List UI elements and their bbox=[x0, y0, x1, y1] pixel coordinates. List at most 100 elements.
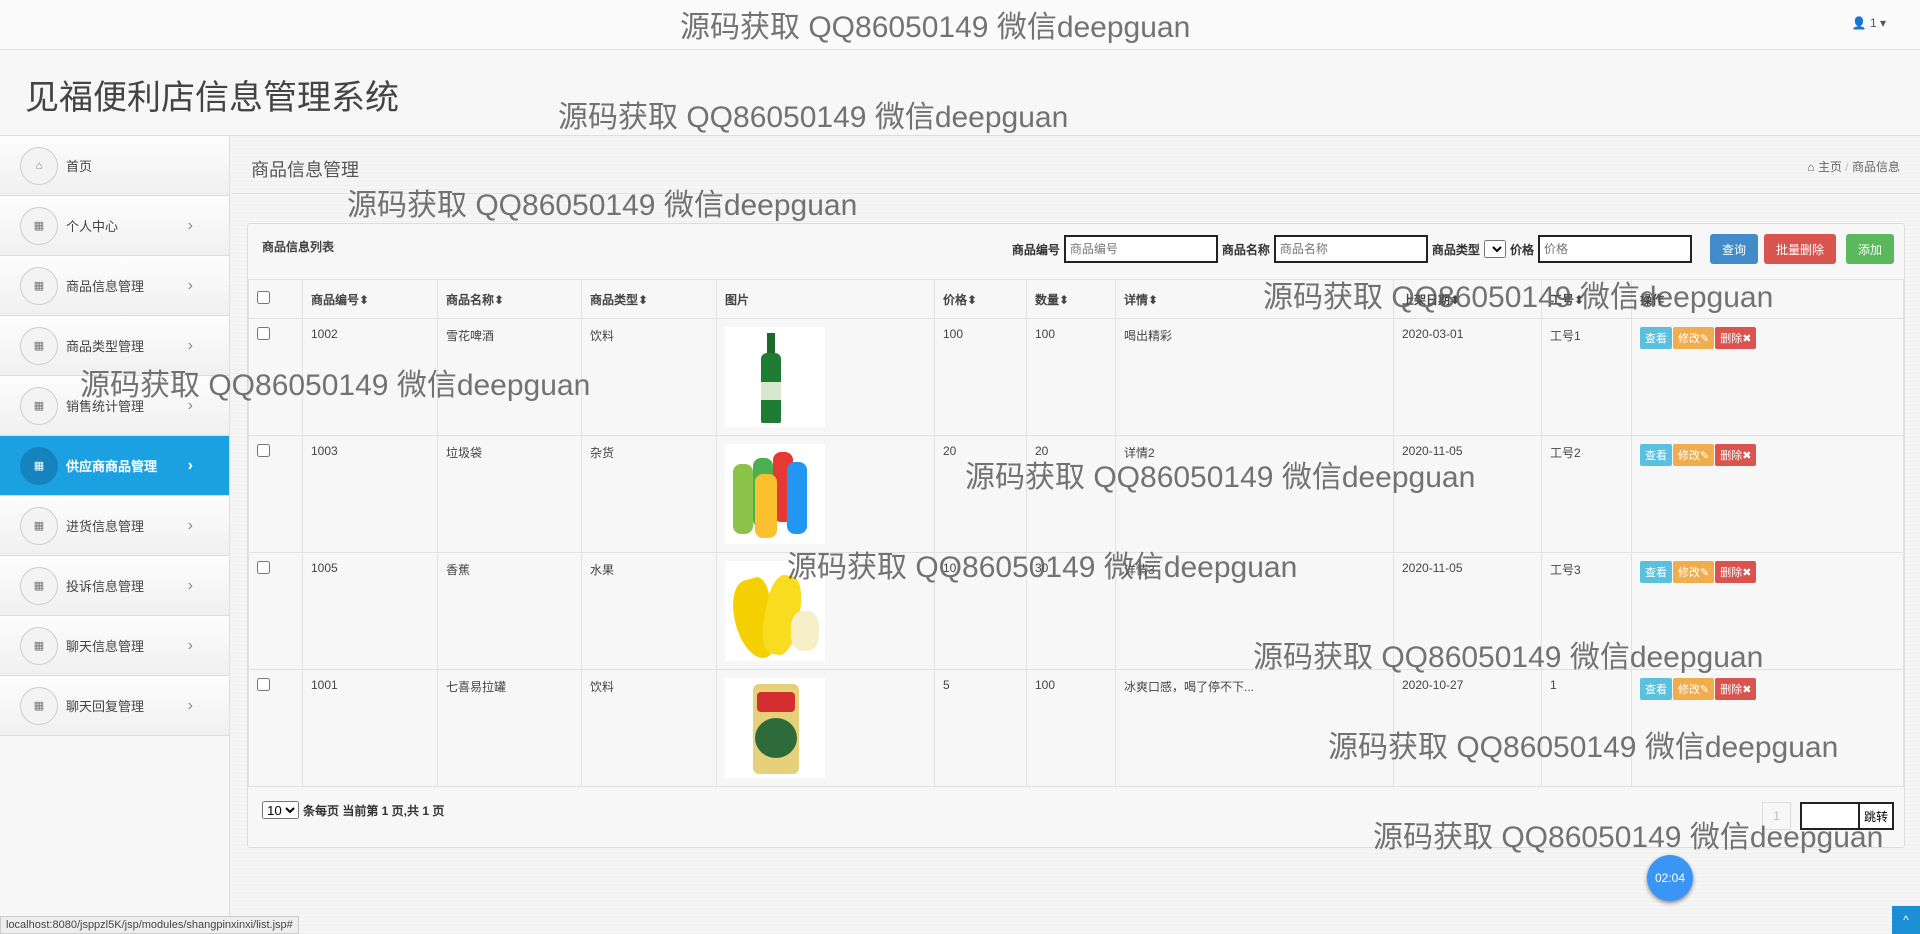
row-checkbox[interactable] bbox=[257, 561, 270, 574]
delete-button[interactable]: 删除✖ bbox=[1715, 678, 1757, 700]
sidebar-item[interactable]: ▦ 进货信息管理 › bbox=[0, 496, 229, 556]
actions-cell: 查看 修改✎ 删除✖ bbox=[1631, 318, 1904, 436]
chevron-right-icon: › bbox=[187, 576, 193, 594]
row-checkbox[interactable] bbox=[257, 678, 270, 691]
code-cell: 1003 bbox=[302, 435, 438, 553]
soda-can-image bbox=[725, 678, 825, 778]
edit-button[interactable]: 修改✎ bbox=[1673, 561, 1715, 583]
grid-icon: ▦ bbox=[20, 446, 58, 485]
price-input[interactable] bbox=[1537, 235, 1692, 263]
sidebar-item[interactable]: ▦ 投诉信息管理 › bbox=[0, 556, 229, 616]
sidebar-item[interactable]: ▦ 聊天回复管理 › bbox=[0, 676, 229, 736]
type-cell: 饮料 bbox=[581, 318, 717, 436]
page-button[interactable]: 1 bbox=[1762, 802, 1791, 830]
column-label: 价格 bbox=[943, 292, 968, 307]
jump-input[interactable] bbox=[1799, 802, 1860, 830]
sidebar-item[interactable]: ⌂ 首页 bbox=[0, 136, 229, 196]
select-all-cell bbox=[248, 279, 303, 319]
name-input[interactable] bbox=[1273, 235, 1428, 263]
sidebar-item-label: 进货信息管理 bbox=[66, 519, 145, 534]
user-name: 1 bbox=[1869, 16, 1877, 30]
date-cell: 2020-03-01 bbox=[1393, 318, 1542, 436]
row-checkbox[interactable] bbox=[257, 327, 270, 340]
column-label: 图片 bbox=[725, 292, 750, 307]
select-all-checkbox[interactable] bbox=[257, 291, 270, 304]
pencil-icon: ✎ bbox=[1700, 684, 1710, 696]
chevron-right-icon: › bbox=[187, 456, 193, 474]
sort-icon: ⬍ bbox=[967, 292, 978, 307]
breadcrumb-home[interactable]: 主页 bbox=[1818, 160, 1842, 174]
type-select[interactable] bbox=[1483, 240, 1506, 258]
close-icon: ✖ bbox=[1742, 450, 1752, 462]
sort-icon: ⬍ bbox=[1574, 292, 1585, 307]
user-menu[interactable]: 👤 1 ▾ bbox=[1852, 16, 1886, 30]
breadcrumb: ⌂ 主页 / 商品信息 bbox=[1807, 158, 1900, 175]
edit-label: 修改 bbox=[1678, 567, 1700, 579]
edit-button[interactable]: 修改✎ bbox=[1673, 327, 1715, 349]
staff-cell: 1 bbox=[1541, 669, 1632, 787]
table-row: 1005 香蕉 水果 10 30 详情3 2020-11-05 工号3 查看 修改✎ 删除✖ bbox=[248, 552, 1904, 670]
column-header[interactable]: 商品类型⬍ bbox=[581, 279, 717, 319]
delete-button[interactable]: 删除✖ bbox=[1715, 444, 1757, 466]
column-header[interactable]: 商品名称⬍ bbox=[437, 279, 582, 319]
app-title: 见福便利店信息管理系统 bbox=[25, 79, 399, 117]
sidebar-item-label: 首页 bbox=[66, 159, 93, 174]
delete-label: 删除 bbox=[1720, 333, 1743, 345]
trash-bags-image bbox=[725, 444, 825, 544]
sidebar-item[interactable]: ▦ 个人中心 › bbox=[0, 196, 229, 256]
edit-button[interactable]: 修改✎ bbox=[1673, 444, 1715, 466]
sidebar-item[interactable]: ▦ 销售统计管理 › bbox=[0, 376, 229, 436]
qty-cell: 20 bbox=[1026, 435, 1116, 553]
date-cell: 2020-11-05 bbox=[1393, 435, 1542, 553]
column-header[interactable]: 详情⬍ bbox=[1115, 279, 1394, 319]
date-cell: 2020-10-27 bbox=[1393, 669, 1542, 787]
row-checkbox[interactable] bbox=[257, 444, 270, 457]
sidebar-item[interactable]: ▦ 商品类型管理 › bbox=[0, 316, 229, 376]
grid-icon: ▦ bbox=[20, 626, 58, 665]
product-list-panel: 商品信息列表 商品编号 商品名称 商品类型 价格 查询 批量删除 添加 商品编号… bbox=[247, 223, 1905, 848]
view-button[interactable]: 查看 bbox=[1640, 561, 1672, 583]
column-header[interactable]: 数量⬍ bbox=[1026, 279, 1116, 319]
view-button[interactable]: 查看 bbox=[1640, 444, 1672, 466]
code-input[interactable] bbox=[1063, 235, 1218, 263]
sidebar-item[interactable]: ▦ 聊天信息管理 › bbox=[0, 616, 229, 676]
actions-cell: 查看 修改✎ 删除✖ bbox=[1631, 669, 1904, 787]
back-to-top-button[interactable]: ^ bbox=[1892, 906, 1920, 934]
column-header[interactable]: 上架日期⬍ bbox=[1393, 279, 1542, 319]
view-button[interactable]: 查看 bbox=[1640, 678, 1672, 700]
name-cell: 垃圾袋 bbox=[437, 435, 582, 553]
pencil-icon: ✎ bbox=[1700, 333, 1710, 345]
grid-icon: ▦ bbox=[20, 206, 58, 245]
sort-icon: ⬍ bbox=[1059, 292, 1070, 307]
grid-icon: ▦ bbox=[20, 566, 58, 605]
sidebar-item-label: 聊天信息管理 bbox=[66, 639, 145, 654]
page-size-select[interactable]: 10 bbox=[262, 801, 299, 819]
delete-button[interactable]: 删除✖ bbox=[1715, 327, 1757, 349]
column-label: 操作 bbox=[1640, 292, 1665, 307]
sort-icon: ⬍ bbox=[494, 292, 505, 307]
sidebar-item-label: 投诉信息管理 bbox=[66, 579, 145, 594]
sidebar-item-label: 个人中心 bbox=[66, 219, 119, 234]
sidebar-item[interactable]: ▦ 商品信息管理 › bbox=[0, 256, 229, 316]
view-button[interactable]: 查看 bbox=[1640, 327, 1672, 349]
jump-button[interactable]: 跳转 bbox=[1859, 802, 1894, 830]
sidebar-item-label: 聊天回复管理 bbox=[66, 699, 145, 714]
column-label: 商品类型 bbox=[590, 292, 639, 307]
edit-button[interactable]: 修改✎ bbox=[1673, 678, 1715, 700]
query-button[interactable]: 查询 bbox=[1709, 234, 1758, 264]
delete-label: 删除 bbox=[1720, 567, 1743, 579]
column-header[interactable]: 商品编号⬍ bbox=[302, 279, 438, 319]
type-label: 商品类型 bbox=[1431, 242, 1480, 257]
page-header: 商品信息管理 ⌂ 主页 / 商品信息 bbox=[231, 136, 1920, 194]
column-header[interactable]: 价格⬍ bbox=[934, 279, 1027, 319]
batch-delete-button[interactable]: 批量删除 bbox=[1763, 234, 1836, 264]
chevron-right-icon: › bbox=[187, 276, 193, 294]
edit-label: 修改 bbox=[1678, 450, 1700, 462]
delete-button[interactable]: 删除✖ bbox=[1715, 561, 1757, 583]
column-header[interactable]: 工号⬍ bbox=[1541, 279, 1632, 319]
row-select-cell bbox=[248, 318, 303, 436]
pagination-info: 10 条每页 当前第 1 页,共 1 页 bbox=[262, 801, 444, 819]
sidebar-item[interactable]: ▦ 供应商商品管理 › bbox=[0, 436, 229, 496]
sort-icon: ⬍ bbox=[1450, 292, 1461, 307]
add-button[interactable]: 添加 bbox=[1845, 234, 1894, 264]
